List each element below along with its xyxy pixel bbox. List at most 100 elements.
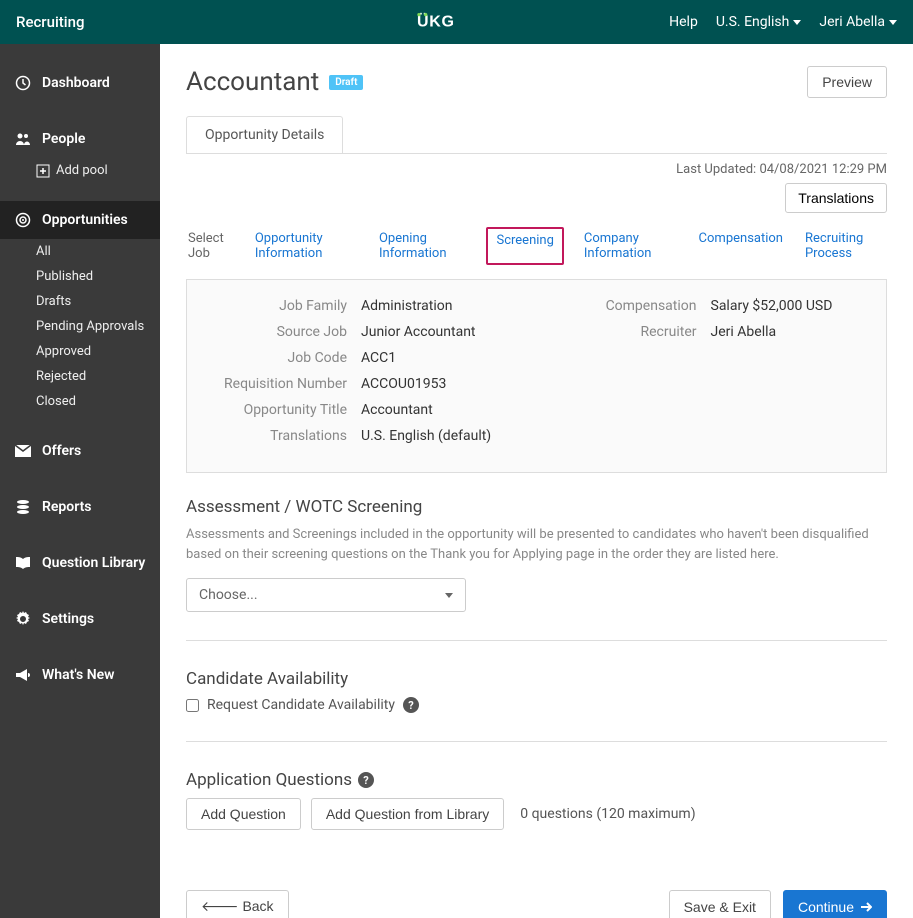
select-placeholder: Choose... <box>199 587 258 603</box>
sidebar-item-question-library[interactable]: Question Library <box>0 544 160 582</box>
sidebar-item-reports[interactable]: Reports <box>0 488 160 526</box>
help-icon[interactable]: ? <box>403 697 419 713</box>
sidebar-label: People <box>42 131 85 147</box>
mail-icon <box>14 442 32 460</box>
info-label-req-number: Requisition Number <box>207 376 347 392</box>
user-label: Jeri Abella <box>819 14 885 30</box>
sidebar-add-pool[interactable]: Add pool <box>0 158 160 183</box>
step-recruiting-process[interactable]: Recruiting Process <box>803 227 887 265</box>
info-summary-box: Job Family Administration Source Job Junio… <box>186 279 887 473</box>
step-opportunity-info[interactable]: Opportunity Information <box>253 227 359 265</box>
brand-label: Recruiting <box>16 13 84 31</box>
assessment-section-desc: Assessments and Screenings included in t… <box>186 525 887 564</box>
chevron-down-icon <box>793 20 801 25</box>
add-question-button[interactable]: Add Question <box>186 798 301 830</box>
sidebar-sub-drafts[interactable]: Drafts <box>0 289 160 314</box>
last-updated-label: Last Updated: <box>676 162 756 177</box>
page-title: Accountant <box>186 67 319 97</box>
info-value-req-number: ACCOU01953 <box>361 376 446 392</box>
sidebar-label: Settings <box>42 611 94 627</box>
question-count: 0 questions (120 maximum) <box>520 806 695 822</box>
assessment-select[interactable]: Choose... <box>186 578 466 612</box>
clock-icon <box>14 74 32 92</box>
language-label: U.S. English <box>716 14 790 30</box>
info-value-recruiter: Jeri Abella <box>711 324 777 340</box>
arrow-left-icon: 🡐 <box>201 898 242 914</box>
gear-icon <box>14 610 32 628</box>
sidebar-label: Dashboard <box>42 75 110 91</box>
sidebar-sub-published[interactable]: Published <box>0 264 160 289</box>
target-icon <box>14 211 32 229</box>
chevron-down-icon <box>889 20 897 25</box>
sidebar-label: Opportunities <box>42 212 128 228</box>
sidebar-label: Add pool <box>56 163 108 178</box>
checkbox-label: Request Candidate Availability <box>207 697 395 713</box>
draft-badge: Draft <box>329 75 363 90</box>
questions-title-text: Application Questions <box>186 770 352 790</box>
help-link[interactable]: Help <box>669 14 698 30</box>
main-content: Accountant Draft Preview Opportunity Det… <box>160 44 913 918</box>
language-dropdown[interactable]: U.S. English <box>716 14 802 30</box>
database-icon <box>14 498 32 516</box>
sidebar-item-people[interactable]: People <box>0 120 160 158</box>
info-value-translations: U.S. English (default) <box>361 428 491 444</box>
sidebar-item-offers[interactable]: Offers <box>0 432 160 470</box>
info-label-compensation: Compensation <box>557 298 697 314</box>
info-value-opp-title: Accountant <box>361 402 433 418</box>
info-label-opp-title: Opportunity Title <box>207 402 347 418</box>
bullhorn-icon <box>14 666 32 684</box>
availability-section-title: Candidate Availability <box>186 669 887 689</box>
info-value-source-job: Junior Accountant <box>361 324 476 340</box>
info-label-job-code: Job Code <box>207 350 347 366</box>
tab-opportunity-details[interactable]: Opportunity Details <box>186 116 343 153</box>
divider <box>186 741 887 742</box>
sidebar-item-whats-new[interactable]: What's New <box>0 656 160 694</box>
svg-text:ÜKG: ÜKG <box>417 12 455 31</box>
preview-button[interactable]: Preview <box>807 66 887 98</box>
topbar: Recruiting ÜKG Help U.S. English Jeri Ab… <box>0 0 913 44</box>
info-value-compensation: Salary $52,000 USD <box>711 298 833 314</box>
continue-button[interactable]: Continue <box>783 890 887 918</box>
sidebar: Dashboard People Add pool Opportunities … <box>0 44 160 918</box>
info-label-recruiter: Recruiter <box>557 324 697 340</box>
sidebar-label: Question Library <box>42 555 145 571</box>
sidebar-item-dashboard[interactable]: Dashboard <box>0 64 160 102</box>
people-icon <box>14 130 32 148</box>
info-label-source-job: Source Job <box>207 324 347 340</box>
sidebar-item-settings[interactable]: Settings <box>0 600 160 638</box>
add-icon <box>36 164 50 178</box>
help-label: Help <box>669 14 698 30</box>
info-value-job-code: ACC1 <box>361 350 396 366</box>
info-value-job-family: Administration <box>361 298 452 314</box>
questions-section-title: Application Questions ? <box>186 770 887 790</box>
step-screening[interactable]: Screening <box>486 227 563 265</box>
add-question-library-button[interactable]: Add Question from Library <box>311 798 504 830</box>
step-compensation[interactable]: Compensation <box>697 227 785 265</box>
step-company-info[interactable]: Company Information <box>582 227 679 265</box>
back-label: Back <box>242 898 273 914</box>
step-select-job: Select Job <box>186 227 235 265</box>
sidebar-sub-closed[interactable]: Closed <box>0 389 160 414</box>
user-dropdown[interactable]: Jeri Abella <box>819 14 897 30</box>
save-exit-button[interactable]: Save & Exit <box>669 890 771 918</box>
sidebar-sub-rejected[interactable]: Rejected <box>0 364 160 389</box>
step-opening-info[interactable]: Opening Information <box>377 227 468 265</box>
sidebar-sub-approved[interactable]: Approved <box>0 339 160 364</box>
help-icon[interactable]: ? <box>358 772 374 788</box>
sidebar-label: What's New <box>42 667 115 683</box>
sidebar-sub-all[interactable]: All <box>0 239 160 264</box>
sidebar-label: Reports <box>42 499 92 515</box>
last-updated-value: 04/08/2021 12:29 PM <box>759 162 887 177</box>
back-button[interactable]: 🡐 Back <box>186 890 289 918</box>
sidebar-label: Offers <box>42 443 81 459</box>
translations-button[interactable]: Translations <box>785 183 887 213</box>
sidebar-sub-pending[interactable]: Pending Approvals <box>0 314 160 339</box>
last-updated: Last Updated: 04/08/2021 12:29 PM <box>186 162 887 177</box>
info-label-job-family: Job Family <box>207 298 347 314</box>
continue-label: Continue <box>798 899 854 915</box>
request-availability-checkbox[interactable] <box>186 699 199 712</box>
chevron-down-icon <box>445 593 453 598</box>
sidebar-item-opportunities[interactable]: Opportunities <box>0 201 160 239</box>
book-icon <box>14 554 32 572</box>
info-label-translations: Translations <box>207 428 347 444</box>
